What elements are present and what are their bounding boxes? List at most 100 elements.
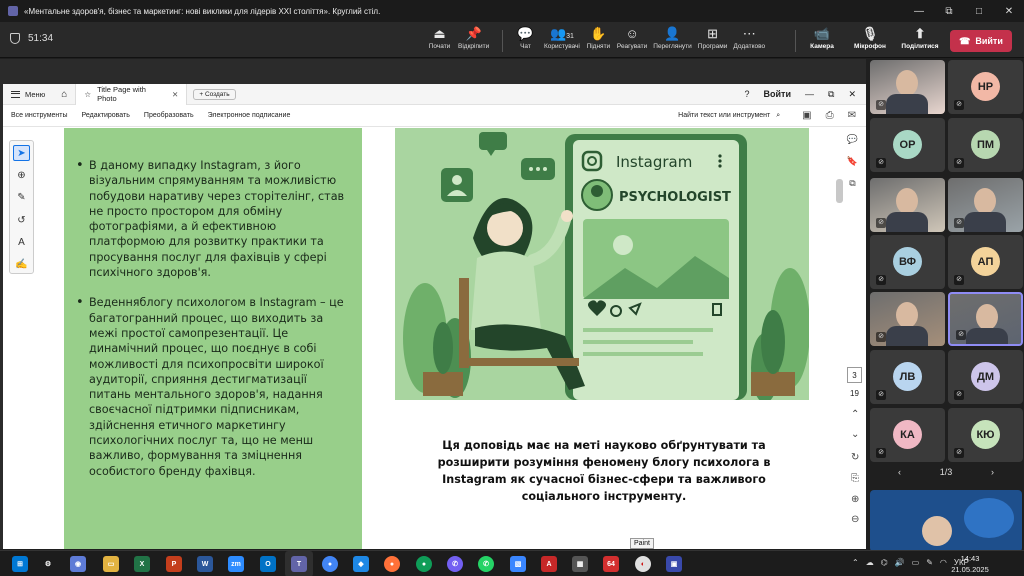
close-tab-icon[interactable]: ✕ [172, 90, 178, 99]
participant-tile[interactable]: НР ⊘ [948, 60, 1023, 114]
edit-tab[interactable]: Редактировать [82, 112, 130, 119]
participant-tile[interactable]: ДМ ⊘ [948, 350, 1023, 404]
share-button[interactable]: ⬆ Поділитися [896, 25, 944, 50]
start-button[interactable]: ⏏ Почати [424, 25, 455, 50]
extract-page-icon[interactable]: ⎘ [851, 473, 859, 484]
outlook-icon[interactable]: O [260, 556, 276, 572]
zoom-out-icon[interactable]: ⊖ [851, 514, 859, 525]
chevron-up-icon[interactable]: ⌃ [852, 558, 859, 567]
acrobat-menu-button[interactable]: Меню [3, 90, 53, 99]
participant-tile[interactable]: ⊘ [948, 178, 1023, 232]
chat-icon: 💬 [517, 26, 534, 41]
save-icon[interactable]: ▣ [802, 110, 811, 121]
network-icon[interactable]: ⌬ [881, 558, 888, 567]
document-tab[interactable]: ☆ Title Page with Photo ✕ [75, 83, 188, 105]
chrome-alt-icon[interactable]: ● [416, 556, 432, 572]
file-explorer-icon[interactable]: ▭ [103, 556, 119, 572]
search-tools[interactable]: Найти текст или инструмент ⌕ [678, 112, 788, 120]
esign-tab[interactable]: Электронное подписание [208, 112, 291, 119]
chevron-right-icon[interactable]: › [991, 467, 994, 477]
firefox-icon[interactable]: ● [384, 556, 400, 572]
help-icon[interactable]: ? [745, 89, 750, 99]
participant-tile[interactable]: КЮ ⊘ [948, 408, 1023, 462]
convert-tab[interactable]: Преобразовать [144, 112, 194, 119]
pages-icon[interactable]: ⧉ [849, 172, 855, 194]
cloud-icon[interactable]: ☁ [866, 558, 874, 567]
new-tab-button[interactable]: + Создать [193, 88, 236, 100]
text-box-icon[interactable]: A [13, 234, 30, 250]
acrobat-icon[interactable]: A [541, 556, 557, 572]
select-cursor-icon[interactable]: ➤ [13, 145, 30, 162]
start-icon[interactable]: ⊞ [12, 556, 28, 572]
battery-icon[interactable]: ▭ [912, 558, 920, 567]
draw-icon[interactable]: ↺ [13, 212, 30, 228]
comment-panel-icon[interactable]: 💬 [847, 128, 858, 150]
close-button[interactable]: ✕ [994, 6, 1024, 17]
star-icon[interactable]: ☆ [84, 90, 91, 99]
camera-button[interactable]: 📹 Камера [800, 25, 844, 50]
minimize-window-icon[interactable]: — [805, 89, 814, 99]
apps-button[interactable]: ⊞ Програми [695, 25, 731, 50]
zoom-icon[interactable]: zm [228, 556, 244, 572]
settings-icon[interactable]: ⚙ [40, 556, 56, 572]
participant-tile[interactable]: ⊘ [948, 292, 1023, 346]
sign-in-button[interactable]: Войти [764, 89, 791, 99]
chat-button[interactable]: 💬 Чат [510, 25, 541, 50]
restore-window-icon[interactable]: ⧉ [828, 89, 834, 100]
current-page-field[interactable]: 3 [847, 367, 862, 383]
fill-sign-icon[interactable]: ✍ [13, 257, 30, 273]
participant-tile[interactable]: КА ⊘ [870, 408, 945, 462]
participant-tile[interactable]: ПМ ⊘ [948, 118, 1023, 172]
participant-tile[interactable]: ОР ⊘ [870, 118, 945, 172]
react-button[interactable]: ☺ Реагувати [614, 25, 650, 50]
view-button[interactable]: 👤 Переглянути [650, 25, 695, 50]
whatsapp-icon[interactable]: ✆ [478, 556, 494, 572]
maximize-button[interactable]: □ [964, 6, 994, 17]
print-icon[interactable]: ⎙ [826, 110, 834, 121]
self-video-preview[interactable] [870, 490, 1022, 552]
maps-icon[interactable]: ◆ [353, 556, 369, 572]
more-button[interactable]: ⋯ Додатково [730, 25, 768, 50]
viber-icon[interactable]: ✆ [447, 556, 463, 572]
participant-tile[interactable]: АП ⊘ [948, 235, 1023, 289]
participant-tile[interactable]: ВФ ⊘ [870, 235, 945, 289]
microphone-button[interactable]: 🎙 Мікрофон [844, 25, 896, 50]
paint-icon[interactable]: ◐ [635, 556, 651, 572]
people-button[interactable]: 👥31 Користувачі [541, 25, 583, 50]
chevron-down-icon[interactable]: ⌄ [851, 429, 859, 440]
pen-icon[interactable]: ✎ [926, 558, 933, 567]
home-icon[interactable]: ⌂ [53, 89, 75, 100]
chevron-left-icon[interactable]: ‹ [898, 467, 901, 477]
leave-button[interactable]: ☎ Вийти [950, 30, 1012, 52]
calculator-icon[interactable]: ▦ [572, 556, 588, 572]
excel-icon[interactable]: X [134, 556, 150, 572]
system-clock[interactable]: 14:43 21.05.2025 [950, 553, 990, 575]
copilot-icon[interactable]: ◉ [70, 556, 86, 572]
unpin-button[interactable]: 📌 Відкріпити [455, 25, 492, 50]
image-viewer-icon[interactable]: ▧ [510, 556, 526, 572]
raise-hand-button[interactable]: ✋ Підняти [583, 25, 614, 50]
highlight-pen-icon[interactable]: ✎ [13, 190, 30, 206]
participant-tile[interactable]: ЛВ ⊘ [870, 350, 945, 404]
all-tools-tab[interactable]: Все инструменты [11, 112, 68, 119]
chevron-up-icon[interactable]: ⌃ [851, 409, 859, 420]
participant-tile[interactable]: ⊘ [870, 60, 945, 114]
wifi-icon[interactable]: ◠ [940, 558, 947, 567]
zoom-in-icon[interactable]: ⊕ [851, 494, 859, 505]
participant-tile[interactable]: ⊘ [870, 178, 945, 232]
powerpoint-icon[interactable]: P [166, 556, 182, 572]
refresh-icon[interactable]: ↻ [851, 452, 859, 463]
chrome-icon[interactable]: ● [322, 556, 338, 572]
participant-tile[interactable]: ⊘ [870, 292, 945, 346]
close-window-icon[interactable]: ✕ [848, 89, 856, 100]
save-app-icon[interactable]: ▣ [666, 556, 682, 572]
add-comment-icon[interactable]: ⊕ [13, 167, 30, 183]
popout-button[interactable]: ⧉ [934, 6, 964, 17]
email-icon[interactable]: ✉ [848, 110, 856, 121]
teams-icon[interactable]: T [291, 556, 307, 572]
volume-icon[interactable]: 🔊 [895, 558, 905, 567]
minimize-button[interactable]: — [904, 6, 934, 17]
word-icon[interactable]: W [197, 556, 213, 572]
app-64-icon[interactable]: 64 [603, 556, 619, 572]
bookmark-icon[interactable]: 🔖 [847, 150, 858, 172]
